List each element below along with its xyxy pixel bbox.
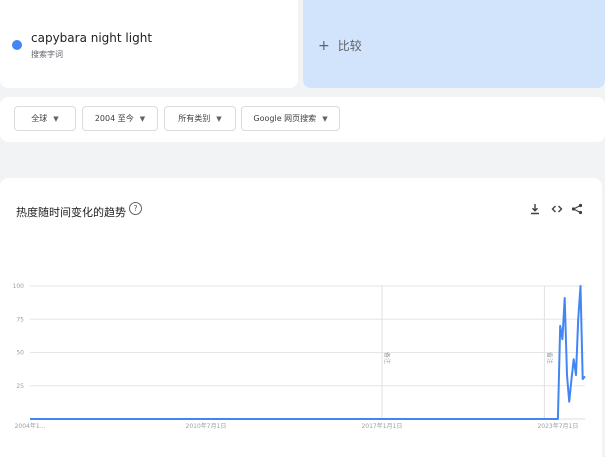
search-term-name[interactable]: capybara night light: [31, 31, 152, 45]
search-type-dropdown[interactable]: Google 网页搜索 ▼: [241, 106, 340, 131]
category-label: 所有类别: [178, 114, 211, 123]
y-tick-label: 75: [16, 316, 24, 323]
plus-icon: +: [318, 38, 330, 54]
search-type-label: Google 网页搜索: [253, 114, 317, 123]
y-tick-label: 50: [16, 350, 24, 357]
annotation-label: 备注: [383, 352, 391, 364]
time-range-label: 2004 至今: [94, 114, 134, 123]
x-tick-label: 2023年7月1日: [537, 422, 578, 430]
series-color-dot: [12, 40, 22, 50]
caret-down-icon: ▼: [322, 114, 328, 123]
annotation-label: 备注: [545, 352, 553, 364]
y-tick-label: 100: [13, 283, 25, 290]
region-dropdown[interactable]: 全球 ▼: [14, 106, 76, 131]
compare-button[interactable]: + 比较: [303, 0, 605, 88]
search-term-card[interactable]: capybara night light 搜索字词: [0, 0, 298, 88]
caret-down-icon: ▼: [53, 114, 59, 123]
caret-down-icon: ▼: [139, 114, 146, 123]
x-tick-label: 2010年7月1日: [186, 422, 227, 430]
x-tick-label: 2004年1...: [15, 422, 46, 430]
compare-text: 比较: [337, 39, 362, 53]
compare-label: + 比较: [318, 37, 362, 54]
y-tick-label: 25: [16, 383, 24, 390]
x-tick-label: 2017年1月1日: [361, 422, 402, 430]
interest-over-time-card: 热度随时间变化的趋势 ? 100 75 50 25 备注 备注 2004年1... 2010年…: [0, 178, 602, 457]
caret-down-icon: ▼: [216, 114, 222, 123]
search-term-type: 搜索字词: [31, 50, 63, 59]
trend-line-chart: 100 75 50 25 备注 备注 2004年1... 2010年7月1日 2017年1月1日…: [13, 283, 586, 430]
time-range-dropdown[interactable]: 2004 至今 ▼: [82, 106, 158, 131]
filter-bar: 全球 ▼ 2004 至今 ▼ 所有类别 ▼ Google 网页搜索 ▼: [0, 97, 605, 142]
category-dropdown[interactable]: 所有类别 ▼: [164, 106, 236, 131]
region-label: 全球: [31, 114, 48, 123]
